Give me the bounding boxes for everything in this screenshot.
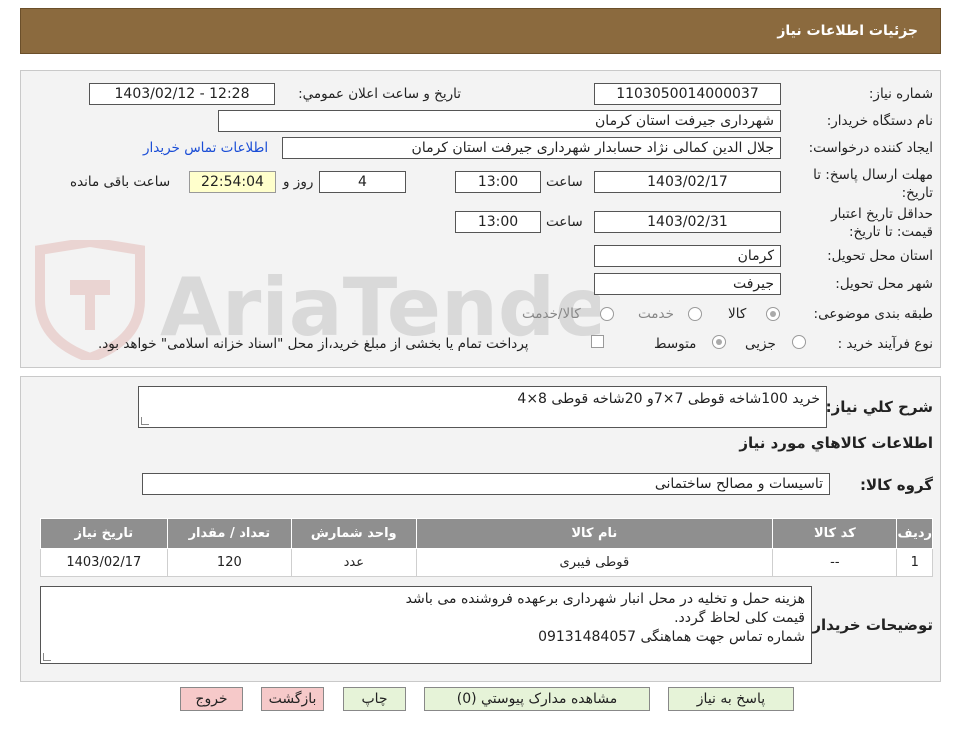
reply-time-field: 13:00 xyxy=(455,171,541,193)
print-button[interactable]: چاپ xyxy=(343,687,406,711)
table-header-row: رديف کد کالا نام کالا واحد شمارش تعداد /… xyxy=(40,518,933,549)
buyer-note-line: شماره تماس جهت هماهنگی 09131484057 xyxy=(538,629,805,645)
reply-date-field: 1403/02/17 xyxy=(594,171,781,193)
reply-button[interactable]: پاسخ به نياز xyxy=(668,687,794,711)
treasury-note: پرداخت تمام یا بخشی از مبلغ خرید،از محل … xyxy=(98,336,529,352)
category-goods-service-radio[interactable] xyxy=(600,307,614,321)
category-service-label: خدمت xyxy=(638,306,674,322)
announce-field: 1403/02/12 - 12:28 xyxy=(89,83,275,105)
creator-label: ایجاد کننده درخواست: xyxy=(808,140,933,156)
process-label: نوع فرآیند خرید : xyxy=(837,336,933,352)
resize-grip-icon[interactable] xyxy=(141,417,149,425)
remaining-time-field: 22:54:04 xyxy=(189,171,276,193)
cell-unit: عدد xyxy=(291,548,417,577)
buyer-note-line: قیمت کلی لحاظ گردد. xyxy=(674,610,805,626)
buyer-org-field: شهرداری جیرفت استان کرمان xyxy=(218,110,781,132)
price-validity-label: حداقل تاریخ اعتبار قیمت: تا تاریخ: xyxy=(831,206,933,240)
summary-label: شرح کلي نياز: xyxy=(825,398,933,416)
goods-group-label: گروه کالا: xyxy=(860,476,933,494)
validity-time-field: 13:00 xyxy=(455,211,541,233)
remaining-label: ساعت باقی مانده xyxy=(70,174,171,190)
announce-label: تاریخ و ساعت اعلان عمومي: xyxy=(298,86,461,102)
reply-time-label: ساعت xyxy=(546,174,583,190)
treasury-checkbox[interactable] xyxy=(591,335,604,348)
col-goods-name: نام کالا xyxy=(415,518,774,549)
col-unit: واحد شمارش xyxy=(291,518,417,549)
col-quantity: تعداد / مقدار xyxy=(166,518,293,549)
province-label: استان محل تحویل: xyxy=(827,248,933,264)
buyer-contact-link[interactable]: اطلاعات تماس خریدار xyxy=(143,140,268,156)
category-goods-service-label: کالا/خدمت xyxy=(522,306,581,322)
view-attachments-button[interactable]: مشاهده مدارک پيوستي (0) xyxy=(424,687,650,711)
validity-time-label: ساعت xyxy=(546,214,583,230)
goods-group-field: تاسیسات و مصالح ساختمانی xyxy=(142,473,830,495)
exit-button[interactable]: خروج xyxy=(180,687,243,711)
process-medium-radio[interactable] xyxy=(712,335,726,349)
city-field: جیرفت xyxy=(594,273,781,295)
table-row: 1 -- قوطی فیبری عدد 120 1403/02/17 xyxy=(40,548,933,577)
category-goods-label: کالا xyxy=(728,306,747,322)
cell-row-number: 1 xyxy=(896,548,933,577)
city-label: شهر محل تحویل: xyxy=(835,276,933,292)
back-button[interactable]: بازگشت xyxy=(261,687,324,711)
process-minor-label: جزیی xyxy=(745,336,776,352)
process-minor-radio[interactable] xyxy=(792,335,806,349)
category-goods-radio[interactable] xyxy=(766,307,780,321)
cell-quantity: 120 xyxy=(166,548,293,577)
page-header: جزئیات اطلاعات نیاز xyxy=(20,8,941,54)
summary-textarea: خرید 100شاخه قوطی 7×7و 20شاخه قوطی 8×4 xyxy=(138,386,827,428)
process-medium-label: متوسط xyxy=(654,336,697,352)
days-label: روز و xyxy=(283,174,314,190)
resize-grip-icon[interactable] xyxy=(43,653,51,661)
province-field: کرمان xyxy=(594,245,781,267)
buyer-notes-textarea: هزینه حمل و تخلیه در محل انبار شهرداری ب… xyxy=(40,586,812,664)
col-row-number: رديف xyxy=(896,518,933,549)
cell-need-date: 1403/02/17 xyxy=(40,548,168,577)
reply-deadline-label: مهلت ارسال پاسخ: تا تاریخ: xyxy=(813,167,933,201)
category-label: طبقه بندی موضوعی: xyxy=(813,306,933,322)
buyer-org-label: نام دستگاه خریدار: xyxy=(826,113,933,129)
summary-text: خرید 100شاخه قوطی 7×7و 20شاخه قوطی 8×4 xyxy=(517,391,820,407)
cell-goods-code: -- xyxy=(772,548,898,577)
page-title: جزئیات اطلاعات نیاز xyxy=(777,23,918,39)
buyer-notes-label: توضیحات خریدار: xyxy=(806,616,933,634)
goods-section-title: اطلاعات کالاهاي مورد نياز xyxy=(739,434,933,452)
col-need-date: تاريخ نياز xyxy=(40,518,168,549)
need-number-field: 1103050014000037 xyxy=(594,83,781,105)
buyer-note-line: هزینه حمل و تخلیه در محل انبار شهرداری ب… xyxy=(405,591,805,607)
validity-date-field: 1403/02/31 xyxy=(594,211,781,233)
col-goods-code: کد کالا xyxy=(772,518,898,549)
goods-table: رديف کد کالا نام کالا واحد شمارش تعداد /… xyxy=(40,518,933,577)
need-number-label: شماره نیاز: xyxy=(868,86,933,102)
remaining-days-field: 4 xyxy=(319,171,406,193)
creator-field: جلال الدین کمالی نژاد حسابدار شهرداری جی… xyxy=(282,137,781,159)
cell-goods-name: قوطی فیبری xyxy=(415,548,774,577)
category-service-radio[interactable] xyxy=(688,307,702,321)
